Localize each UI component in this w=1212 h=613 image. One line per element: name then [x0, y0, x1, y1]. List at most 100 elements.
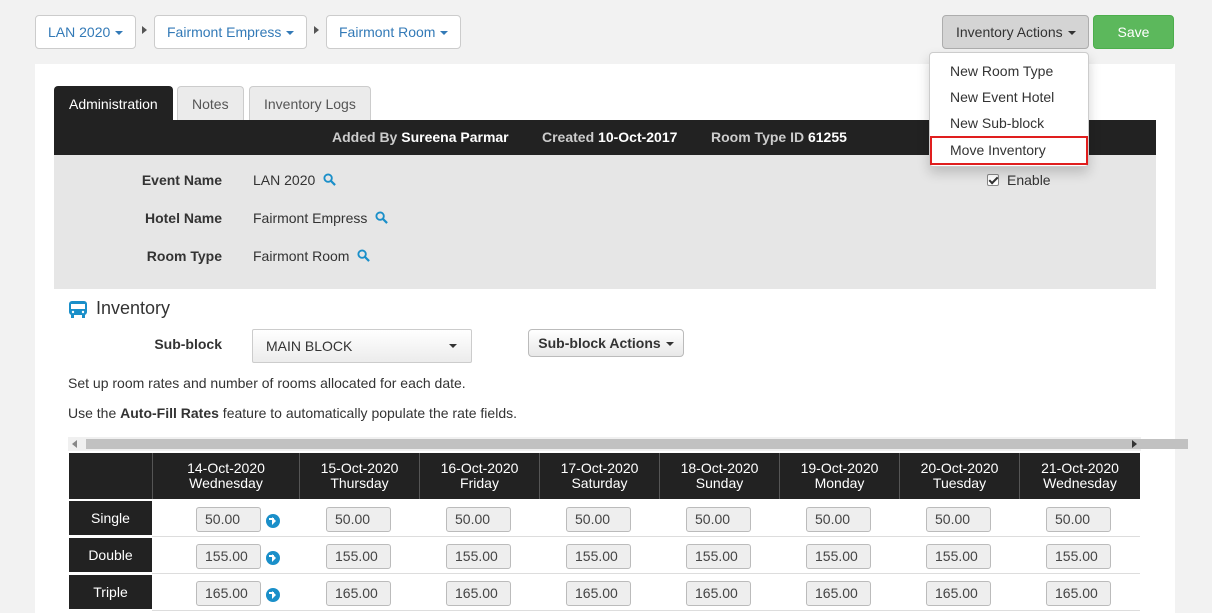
rate-input[interactable]: 155.00 [926, 544, 991, 569]
chevron-down-icon [115, 31, 124, 36]
rate-input[interactable]: 165.00 [446, 581, 511, 606]
created: Created 10-Oct-2017 [542, 120, 677, 155]
hotel-dropdown-label: Fairmont Empress [167, 24, 282, 40]
scroll-left-icon[interactable] [72, 440, 77, 448]
weekday-text: Friday [460, 475, 499, 491]
chevron-down-icon [286, 31, 295, 36]
date-text: 18-Oct-2020 [680, 460, 759, 476]
rate-input[interactable]: 155.00 [566, 544, 631, 569]
rate-input[interactable]: 155.00 [1046, 544, 1111, 569]
enable-checkbox[interactable] [987, 174, 999, 186]
inventory-title: Inventory [96, 298, 171, 318]
created-value: 10-Oct-2017 [598, 129, 678, 145]
weekday-text: Thursday [330, 475, 389, 491]
rate-input[interactable]: 50.00 [686, 507, 751, 532]
event-dropdown-label: LAN 2020 [48, 24, 111, 40]
help-text-rates: Set up room rates and number of rooms al… [68, 375, 466, 391]
breadcrumb-separator-icon [314, 26, 319, 34]
inventory-actions-label: Inventory Actions [956, 24, 1063, 40]
room-dropdown[interactable]: Fairmont Room [326, 15, 462, 49]
event-name-value: LAN 2020 [253, 172, 337, 188]
rate-input[interactable]: 50.00 [196, 507, 261, 532]
auto-fill-arrow-icon[interactable] [266, 551, 280, 565]
room-dropdown-label: Fairmont Room [339, 24, 436, 40]
date-column-header: 18-Oct-2020 Sunday [659, 453, 779, 499]
subblock-actions-button[interactable]: Sub-block Actions [528, 329, 684, 357]
scrollbar-thumb[interactable] [86, 439, 1188, 449]
date-column-header: 20-Oct-2020 Tuesday [899, 453, 1019, 499]
horizontal-scrollbar[interactable] [68, 437, 1188, 451]
event-name-label: Event Name [141, 172, 222, 188]
rate-input[interactable]: 165.00 [806, 581, 871, 606]
auto-fill-arrow-icon[interactable] [266, 588, 280, 602]
rate-input[interactable]: 155.00 [806, 544, 871, 569]
rate-input[interactable]: 165.00 [326, 581, 391, 606]
rate-input[interactable]: 165.00 [196, 581, 261, 606]
rates-table: 14-Oct-2020 Wednesday 15-Oct-2020 Thursday 1… [69, 453, 1140, 613]
rate-input[interactable]: 50.00 [446, 507, 511, 532]
tab-notes[interactable]: Notes [177, 86, 244, 120]
search-icon[interactable] [375, 211, 389, 224]
tab-administration[interactable]: Administration [54, 86, 173, 120]
room-type-id-value: 61255 [807, 129, 847, 145]
help-text-suffix: feature to automatically populate the ra… [218, 405, 517, 421]
help-text-autofill: Use the Auto-Fill Rates feature to autom… [68, 405, 517, 421]
weekday-text: Monday [814, 475, 865, 491]
chevron-down-icon [665, 342, 674, 347]
auto-fill-rates-text: Auto-Fill Rates [120, 405, 219, 421]
rate-input[interactable]: 50.00 [326, 507, 391, 532]
hotel-dropdown[interactable]: Fairmont Empress [154, 15, 308, 49]
tab-inventory-logs[interactable]: Inventory Logs [249, 86, 371, 120]
scroll-right-icon[interactable] [1132, 440, 1137, 448]
rate-input[interactable]: 155.00 [686, 544, 751, 569]
room-type-id: Room Type ID 61255 [711, 120, 847, 155]
row-divider [152, 573, 1140, 574]
search-icon[interactable] [357, 249, 371, 262]
rate-input[interactable]: 165.00 [566, 581, 631, 606]
subblock-actions-label: Sub-block Actions [538, 335, 661, 351]
rate-input[interactable]: 155.00 [196, 544, 261, 569]
rate-input[interactable]: 50.00 [926, 507, 991, 532]
weekday-text: Wednesday [189, 475, 263, 491]
chevron-down-icon [1067, 31, 1076, 36]
date-text: 15-Oct-2020 [320, 460, 399, 476]
menu-item-new-room-type[interactable]: New Room Type [930, 58, 1088, 84]
enable-label: Enable [1007, 172, 1051, 188]
date-text: 21-Oct-2020 [1041, 460, 1119, 476]
menu-item-move-inventory[interactable]: Move Inventory [930, 136, 1088, 165]
room-type-text: Fairmont Room [253, 248, 350, 264]
auto-fill-arrow-icon[interactable] [266, 514, 280, 528]
save-button[interactable]: Save [1093, 15, 1174, 49]
added-by-value: Sureena Parmar [401, 129, 509, 145]
subblock-select-value: MAIN BLOCK [266, 338, 353, 354]
rate-input[interactable]: 165.00 [926, 581, 991, 606]
inventory-actions-button[interactable]: Inventory Actions [942, 15, 1089, 49]
date-column-header: 16-Oct-2020 Friday [419, 453, 539, 499]
row-divider [152, 610, 1140, 611]
added-by: Added By Sureena Parmar [332, 120, 509, 155]
menu-item-new-event-hotel[interactable]: New Event Hotel [930, 84, 1088, 110]
date-text: 20-Oct-2020 [920, 460, 999, 476]
date-text: 14-Oct-2020 [187, 460, 265, 476]
event-dropdown[interactable]: LAN 2020 [35, 15, 137, 49]
rate-input[interactable]: 165.00 [1046, 581, 1111, 606]
rate-input[interactable]: 50.00 [566, 507, 631, 532]
weekday-text: Sunday [695, 475, 744, 491]
menu-item-new-sub-block[interactable]: New Sub-block [930, 110, 1088, 136]
subblock-select[interactable]: MAIN BLOCK [252, 329, 472, 363]
date-column-header: 15-Oct-2020 Thursday [299, 453, 419, 499]
rate-input[interactable]: 50.00 [806, 507, 871, 532]
subblock-label: Sub-block [154, 336, 222, 352]
weekday-text: Wednesday [1043, 475, 1117, 491]
rate-input[interactable]: 155.00 [326, 544, 391, 569]
date-text: 16-Oct-2020 [440, 460, 519, 476]
event-name-text: LAN 2020 [253, 172, 316, 188]
hotel-name-text: Fairmont Empress [253, 210, 368, 226]
table-corner-cell [69, 453, 152, 499]
rate-input[interactable]: 165.00 [686, 581, 751, 606]
rate-input[interactable]: 50.00 [1046, 507, 1111, 532]
search-icon[interactable] [323, 173, 337, 186]
rate-input[interactable]: 155.00 [446, 544, 511, 569]
room-occupancy-label: Triple [69, 575, 152, 609]
created-label: Created [542, 129, 595, 145]
